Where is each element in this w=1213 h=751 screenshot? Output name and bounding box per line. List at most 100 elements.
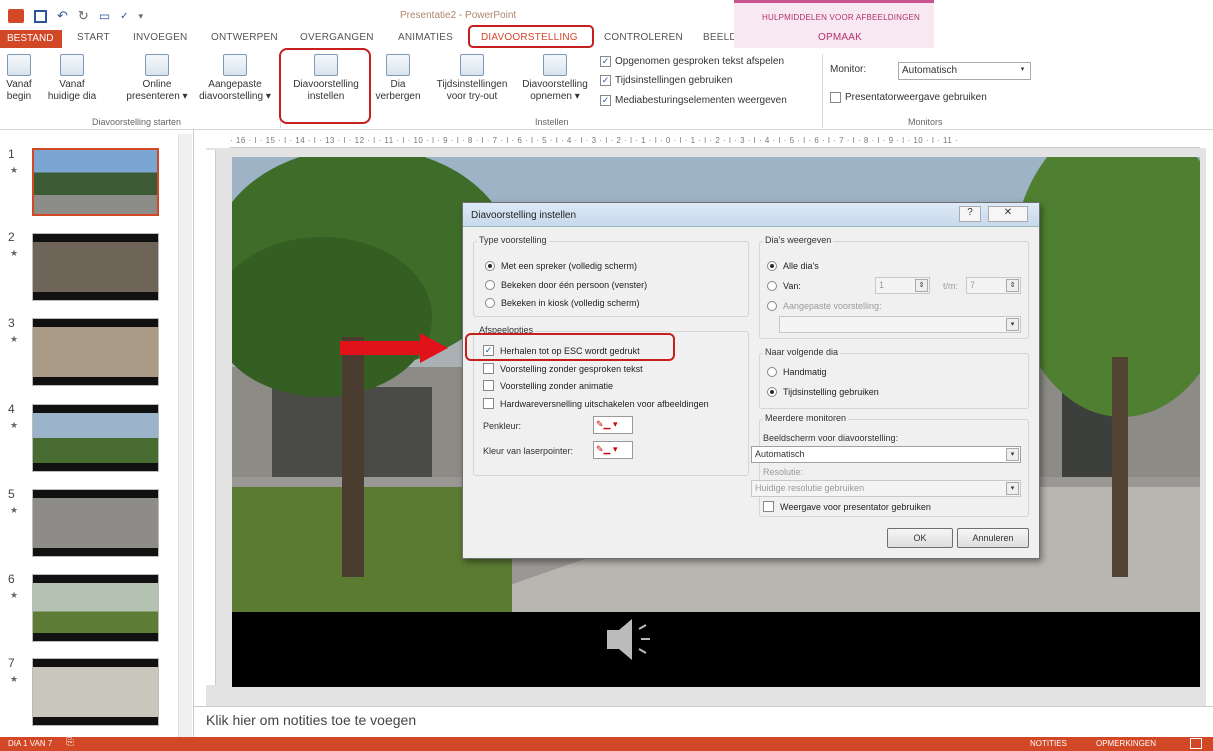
tab-review[interactable]: CONTROLEREN — [604, 32, 683, 43]
from-value: 1 — [879, 280, 885, 290]
from-beginning-button[interactable]: Vanaf begin — [4, 54, 34, 103]
no-narration-checkbox[interactable]: Voorstelling zonder gesproken tekst — [483, 363, 643, 374]
radio-kiosk[interactable]: Bekeken in kiosk (volledig scherm) — [485, 298, 640, 308]
screen-select[interactable]: Automatisch ▾ — [751, 446, 1021, 463]
tab-transitions[interactable]: OVERGANGEN — [300, 32, 374, 43]
cancel-button[interactable]: Annuleren — [957, 528, 1029, 548]
record-slideshow-button[interactable]: Diavoorstelling opnemen ▾ — [515, 54, 595, 103]
laser-color-icon: ✎▁ ▾ — [596, 444, 618, 454]
empty-checkbox-icon — [483, 380, 494, 391]
show-media-controls-checkbox[interactable]: ✓ Mediabesturingselementen weergeven — [600, 95, 787, 106]
chevron-down-icon: ▾ — [1020, 66, 1025, 73]
pen-color-icon: ✎▁ ▾ — [596, 419, 618, 429]
monitor-select[interactable]: Automatisch ▾ — [898, 62, 1031, 80]
radio-manual[interactable]: Handmatig — [767, 367, 827, 377]
from-current-button[interactable]: Vanaf huidige dia — [37, 54, 107, 103]
checkmark-icon: ✓ — [600, 56, 611, 67]
slide-transition-star-icon: ★ — [10, 334, 19, 344]
powerpoint-logo-icon — [8, 9, 24, 23]
save-icon[interactable] — [34, 9, 47, 23]
title-bar: ↶ ↻ ▭ ✓ ▾ Presentatie2 - PowerPoint — [0, 0, 1213, 30]
help-icon[interactable]: ? — [959, 206, 981, 222]
slide-thumbnail-6[interactable] — [32, 574, 159, 642]
presenter-view-checkbox[interactable]: Presentatorweergave gebruiken — [830, 92, 987, 103]
start-slideshow-icon[interactable]: ▭ — [99, 9, 110, 23]
tab-animations[interactable]: ANIMATIES — [398, 32, 453, 43]
slide-number: 1 — [8, 147, 15, 161]
close-icon[interactable]: ✕ — [988, 206, 1028, 222]
present-online-button[interactable]: Online presenteren ▾ — [116, 54, 198, 103]
to-input[interactable]: 7 ⇕ — [966, 277, 1021, 294]
radio-icon — [485, 298, 495, 308]
present-online-icon — [145, 54, 169, 76]
radio-from[interactable]: Van: — [767, 281, 801, 291]
status-bar: DIA 1 VAN 7 ⎘ NOTITIES OPMERKINGEN — [0, 737, 1213, 751]
custom-slideshow-button[interactable]: Aangepaste diavoorstelling ▾ — [190, 54, 280, 103]
resolution-value: Huidige resolutie gebruiken — [755, 483, 865, 493]
tab-insert[interactable]: INVOEGEN — [133, 32, 187, 43]
tab-file[interactable]: BESTAND — [0, 30, 62, 48]
radio-presenter[interactable]: Met een spreker (volledig scherm) — [485, 261, 637, 271]
slide-thumbnail-2[interactable] — [32, 233, 159, 301]
thumbnail-scrollbar[interactable] — [178, 134, 192, 737]
checkmark-icon: ✓ — [600, 95, 611, 106]
customize-qat-icon[interactable]: ▾ — [139, 11, 144, 22]
radio-use-timings[interactable]: Tijdsinstelling gebruiken — [767, 387, 879, 397]
radio-custom-show[interactable]: Aangepaste voorstelling: — [767, 301, 882, 311]
slide-thumbnail-7[interactable] — [32, 658, 159, 726]
to-value: 7 — [970, 280, 976, 290]
document-title: Presentatie2 - PowerPoint — [400, 10, 517, 21]
presenter-view-dialog-checkbox[interactable]: Weergave voor presentator gebruiken — [763, 501, 931, 512]
radio-all-slides[interactable]: Alle dia's — [767, 261, 819, 271]
tab-view[interactable]: BEELD — [703, 32, 737, 43]
slide-thumbnail-1[interactable] — [32, 148, 159, 216]
screen-value: Automatisch — [755, 449, 805, 459]
hide-slide-button[interactable]: Dia verbergen — [372, 54, 424, 103]
radio-selected-icon — [485, 261, 495, 271]
tab-design[interactable]: ONTWERPEN — [211, 32, 278, 43]
notes-toggle[interactable]: NOTITIES — [1030, 739, 1067, 748]
spelling-icon[interactable]: ✓ — [120, 11, 128, 22]
slide-thumbnail-5[interactable] — [32, 489, 159, 557]
all-slides-label: Alle dia's — [783, 261, 819, 271]
disable-hw-accel-checkbox[interactable]: Hardwareversnelling uitschakelen voor af… — [483, 398, 709, 409]
presenter-view-label: Presentatorweergave gebruiken — [845, 92, 987, 103]
no-animation-checkbox[interactable]: Voorstelling zonder animatie — [483, 380, 613, 391]
resolution-label: Resolutie: — [763, 467, 804, 477]
from-beginning-label-2: begin — [6, 91, 32, 102]
laser-color-button[interactable]: ✎▁ ▾ — [593, 441, 633, 459]
tab-format[interactable]: OPMAAK — [818, 32, 862, 43]
highlight-slideshow-tab — [468, 25, 594, 48]
show-slides-label: Dia's weergeven — [763, 235, 834, 245]
tab-home[interactable]: START — [77, 32, 110, 43]
ok-button[interactable]: OK — [887, 528, 953, 548]
stopwatch-icon — [460, 54, 484, 76]
rehearse-timings-button[interactable]: Tijdsinstellingen voor try-out — [428, 54, 516, 103]
pen-color-button[interactable]: ✎▁ ▾ — [593, 416, 633, 434]
present-online-label-1: Online — [142, 79, 172, 90]
spellcheck-icon[interactable]: ⎘ — [66, 737, 74, 748]
slide-counter: DIA 1 VAN 7 — [8, 739, 53, 748]
play-narrations-checkbox[interactable]: ✓ Opgenomen gesproken tekst afspelen — [600, 56, 784, 67]
from-input[interactable]: 1 ⇕ — [875, 277, 930, 294]
resolution-select[interactable]: Huidige resolutie gebruiken ▾ — [751, 480, 1021, 497]
normal-view-icon[interactable] — [1190, 738, 1202, 749]
notes-pane[interactable]: Klik hier om notities toe te voegen — [194, 706, 1213, 737]
custom-show-label: Aangepaste voorstelling: — [783, 301, 882, 311]
custom-show-select[interactable]: ▾ — [779, 316, 1021, 333]
rehearse-label-2: voor try-out — [446, 91, 498, 102]
group-label-monitors: Monitors — [908, 117, 943, 127]
spinner-icon: ⇕ — [1006, 279, 1019, 292]
setup-show-dialog: Diavoorstelling instellen ? ✕ Type voors… — [462, 202, 1040, 559]
undo-icon[interactable]: ↶ — [57, 8, 68, 24]
comments-toggle[interactable]: OPMERKINGEN — [1096, 739, 1156, 748]
chevron-down-icon: ▾ — [1006, 482, 1019, 495]
radio-icon — [485, 280, 495, 290]
monitor-select-value: Automatisch — [902, 65, 958, 76]
radio-individual[interactable]: Bekeken door één persoon (venster) — [485, 280, 647, 290]
slide-thumbnail-3[interactable] — [32, 318, 159, 386]
record-label-2: opnemen ▾ — [530, 91, 580, 102]
use-timings-checkbox[interactable]: ✓ Tijdsinstellingen gebruiken — [600, 75, 732, 86]
redo-icon[interactable]: ↻ — [78, 8, 89, 24]
slide-thumbnail-4[interactable] — [32, 404, 159, 472]
